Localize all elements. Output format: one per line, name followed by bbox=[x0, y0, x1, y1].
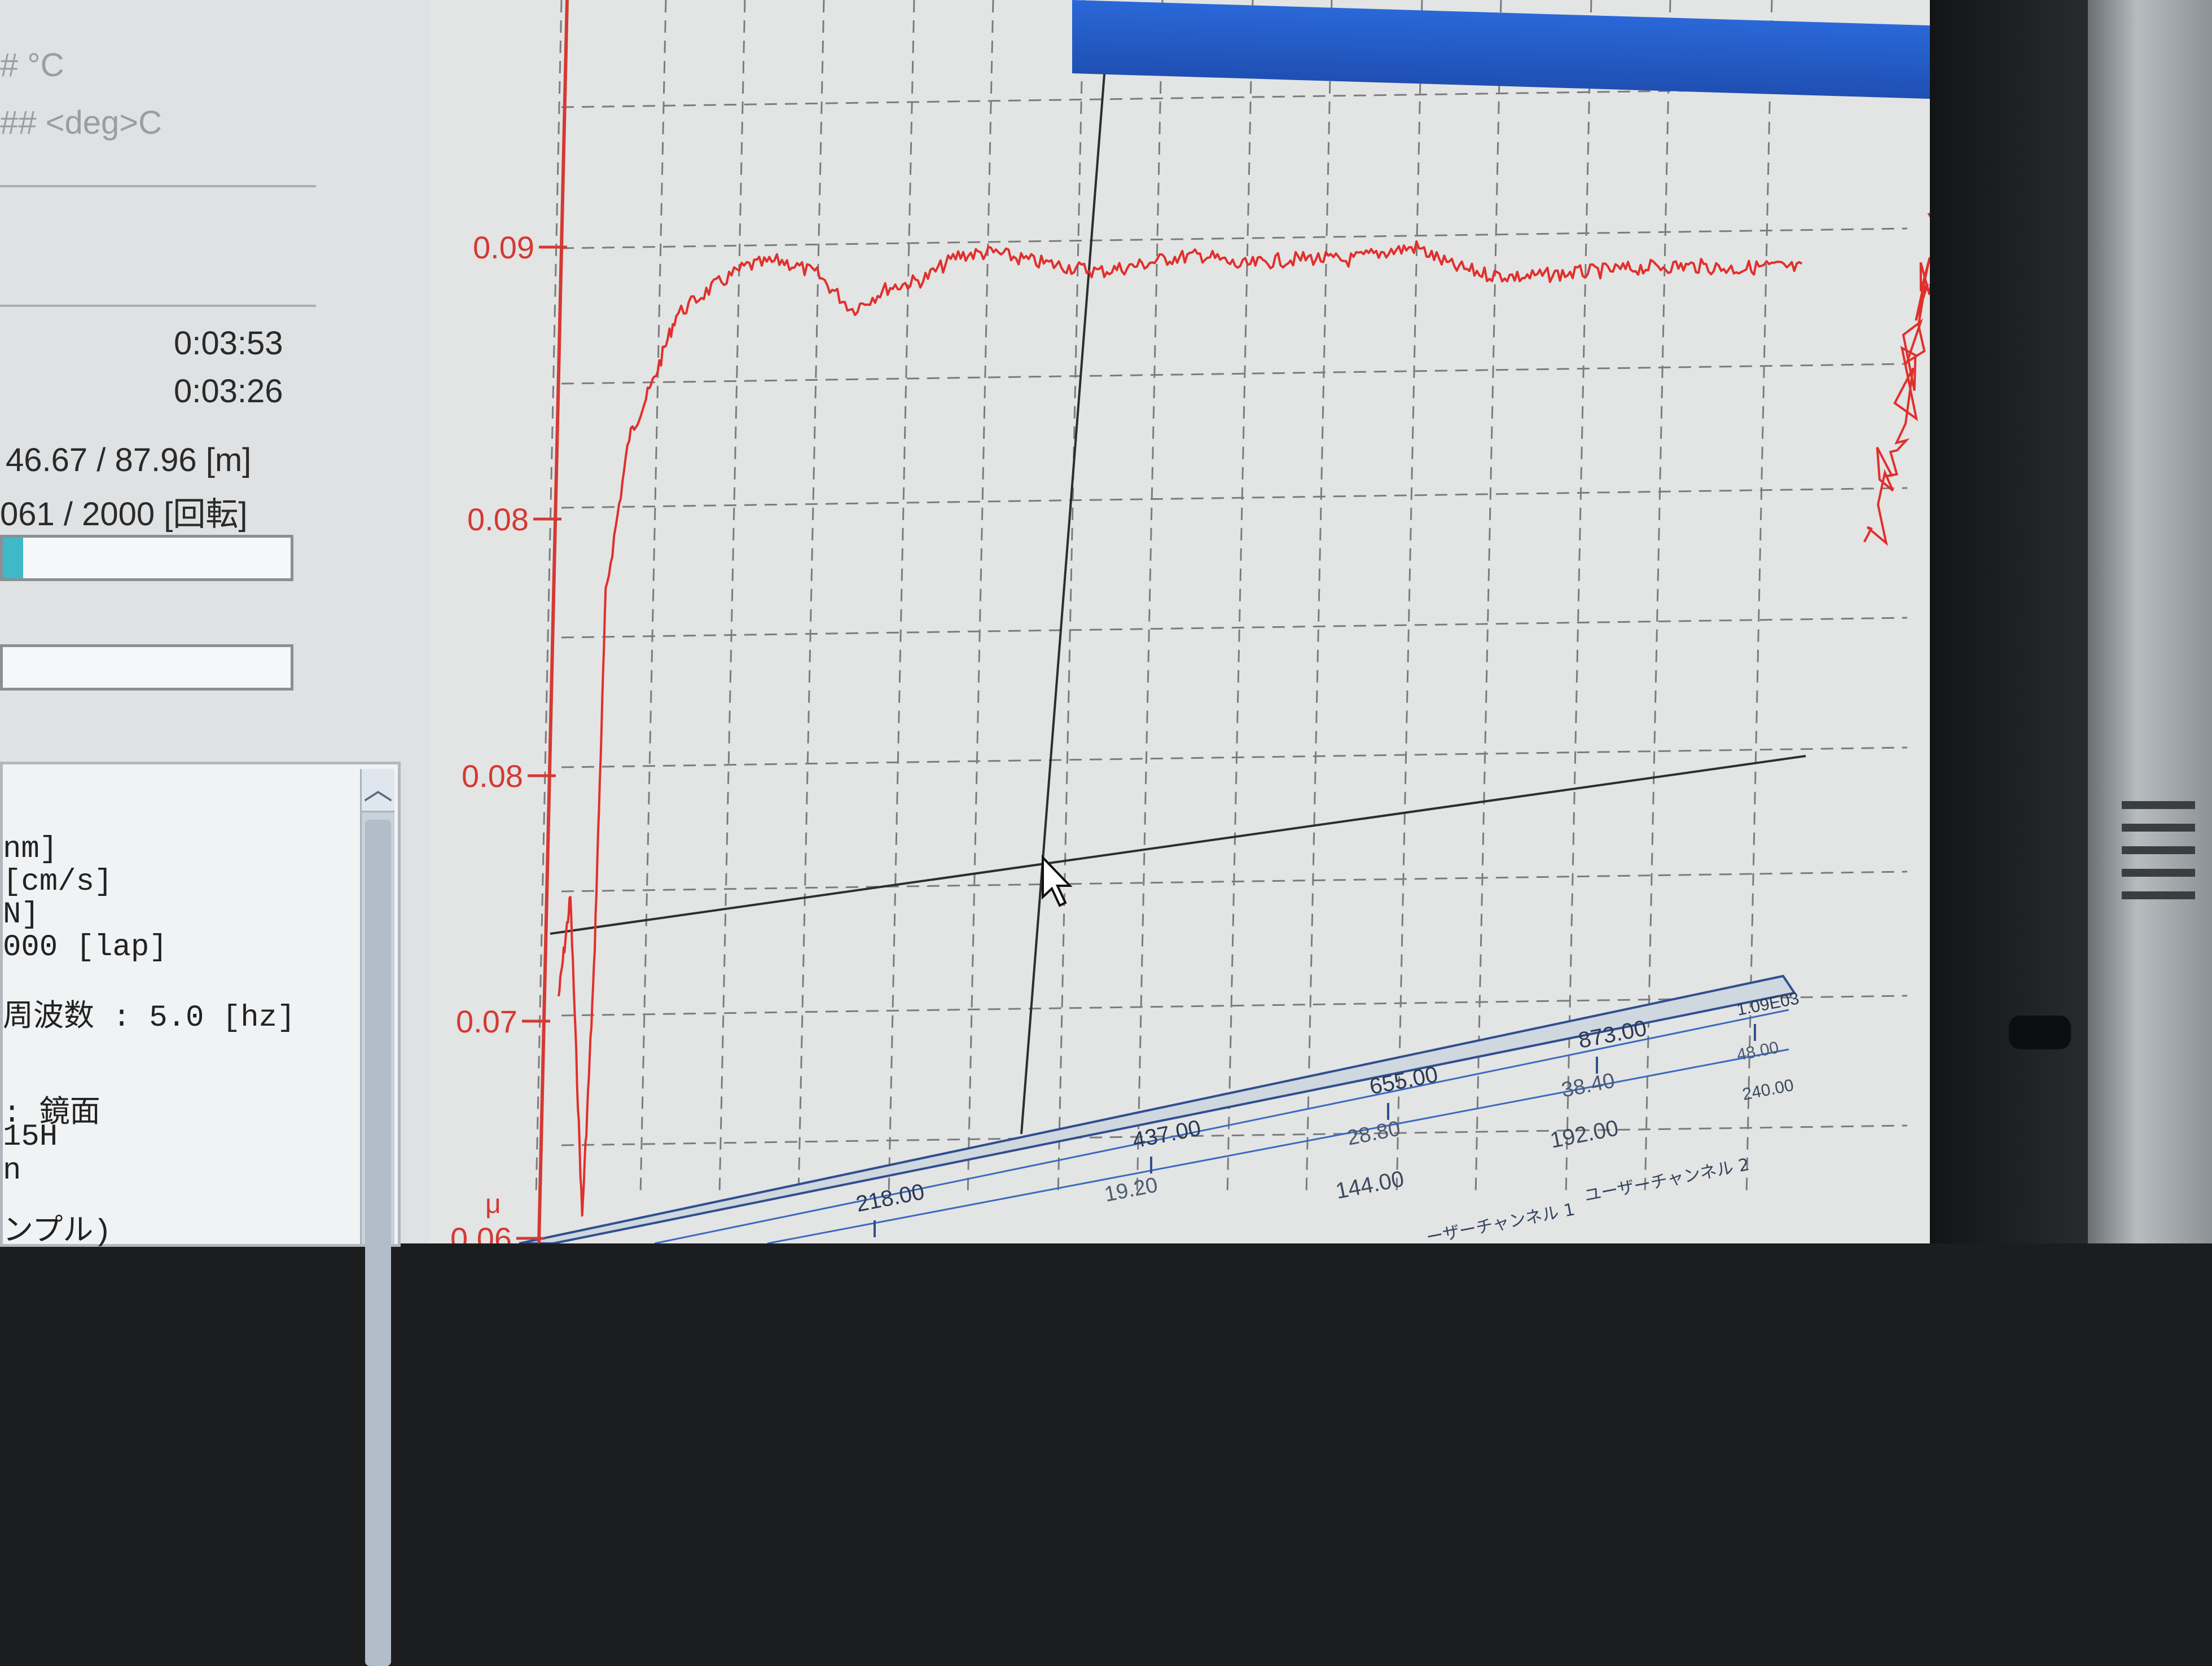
y-tick-label: 0.07 bbox=[456, 1004, 517, 1039]
x-tick-label: 48.00 bbox=[1735, 1038, 1780, 1065]
crosshair-vertical bbox=[1020, 16, 1110, 1135]
status-panel: # °C ## <deg>C 0:03:53 0:03:26 46.67 / 8… bbox=[0, 0, 432, 1666]
progress-fill bbox=[3, 538, 23, 578]
vent bbox=[2122, 869, 2195, 877]
grid-line bbox=[1474, 0, 1502, 1197]
x-tick-label: 192.00 bbox=[1548, 1115, 1620, 1153]
config-line: 周波数 : 5.0 [hz] bbox=[3, 1001, 296, 1035]
vent bbox=[2122, 891, 2195, 899]
grid-line bbox=[561, 227, 1908, 249]
vertical-scrollbar[interactable]: ︿ bbox=[360, 769, 394, 1666]
rotation-readout: 061 / 2000 [回転] bbox=[0, 496, 248, 533]
temperature-label: # °C bbox=[0, 47, 64, 83]
y-axis: 0.09 0.08 0.08 0.07 0.06μ bbox=[450, 0, 569, 1243]
grid-line bbox=[967, 0, 994, 1197]
plot-grid bbox=[535, 0, 1908, 1197]
grid-line bbox=[561, 363, 1908, 385]
y-tick-label: 0.06 bbox=[450, 1221, 512, 1243]
elapsed-time: 0:03:53 bbox=[174, 325, 283, 362]
y-tick-label: 0.08 bbox=[462, 758, 523, 794]
friction-plot-window[interactable]: 218.00 437.00 655.00 873.00 1.09E03 19.20 28.8… bbox=[429, 0, 1930, 1243]
scroll-up-icon[interactable]: ︿ bbox=[362, 769, 394, 812]
x-tick-label: 28.80 bbox=[1345, 1116, 1402, 1150]
test-conditions-list[interactable]: ︿ nm] [cm/s] N] 000 [lap] 周波数 : 5.0 [hz]… bbox=[0, 762, 401, 1666]
grid-line bbox=[639, 0, 667, 1197]
x-axis-band-line bbox=[767, 1048, 1789, 1243]
crosshair-cursor-lines bbox=[550, 16, 1806, 1135]
friction-chart[interactable]: 218.00437.00655.00873.001.09E0319.2028.8… bbox=[429, 0, 1930, 1243]
grid-line bbox=[561, 746, 1908, 768]
friction-trace-line bbox=[558, 240, 1803, 1217]
y-tick-label: 0.09 bbox=[473, 230, 534, 265]
config-line: N] bbox=[3, 898, 40, 932]
remaining-time: 0:03:26 bbox=[174, 373, 283, 410]
config-line: n bbox=[3, 1154, 21, 1188]
grid-line bbox=[888, 0, 915, 1197]
y-axis-line bbox=[537, 0, 569, 1243]
grid-line bbox=[797, 0, 825, 1197]
secondary-trace bbox=[1863, 213, 1930, 546]
config-line: nm] bbox=[3, 832, 58, 867]
x-tick-label: 144.00 bbox=[1333, 1166, 1406, 1204]
cable bbox=[2009, 1016, 2071, 1049]
crosshair-horizontal bbox=[550, 755, 1806, 935]
config-line: ンプル) bbox=[3, 1215, 112, 1250]
friction-trace bbox=[558, 213, 1930, 1217]
x-axis-band bbox=[519, 974, 1797, 1243]
legend-item: ユーザーチャンネル 2 bbox=[1583, 1155, 1751, 1206]
grid-line bbox=[1136, 0, 1164, 1197]
temperature-unit-label: ## <deg>C bbox=[0, 104, 163, 141]
legend-item: ーザーチャンネル 1 bbox=[1425, 1200, 1577, 1243]
progress-bar-rotation bbox=[0, 644, 293, 691]
pc-case bbox=[2088, 0, 2212, 1243]
grid-line bbox=[561, 487, 1908, 509]
distance-readout: 46.67 / 87.96 [m] bbox=[6, 442, 252, 478]
config-line: [cm/s] bbox=[3, 865, 113, 899]
divider bbox=[0, 185, 316, 187]
y-tick-label: 0.08 bbox=[467, 502, 529, 537]
vent bbox=[2122, 846, 2195, 854]
grid-line bbox=[535, 0, 563, 1197]
grid-line bbox=[1395, 0, 1423, 1197]
grid-line bbox=[561, 617, 1908, 639]
x-tick-label: 38.40 bbox=[1560, 1069, 1617, 1102]
config-line: 000 [lap] bbox=[3, 930, 168, 965]
progress-bar-distance bbox=[0, 535, 293, 581]
vent bbox=[2122, 801, 2195, 809]
x-axes: 218.00437.00655.00873.001.09E0319.2028.8… bbox=[519, 974, 1801, 1243]
grid-line bbox=[1226, 0, 1254, 1197]
config-line: 15H bbox=[3, 1120, 58, 1154]
divider bbox=[0, 305, 316, 307]
grid-line bbox=[718, 0, 746, 1197]
grid-line bbox=[1057, 0, 1085, 1197]
scroll-thumb[interactable] bbox=[365, 820, 391, 1666]
y-unit-label: μ bbox=[485, 1189, 501, 1219]
grid-line bbox=[561, 1124, 1908, 1146]
vent bbox=[2122, 824, 2195, 832]
x-tick-label: 218.00 bbox=[854, 1179, 926, 1217]
grid-line bbox=[1305, 0, 1333, 1197]
